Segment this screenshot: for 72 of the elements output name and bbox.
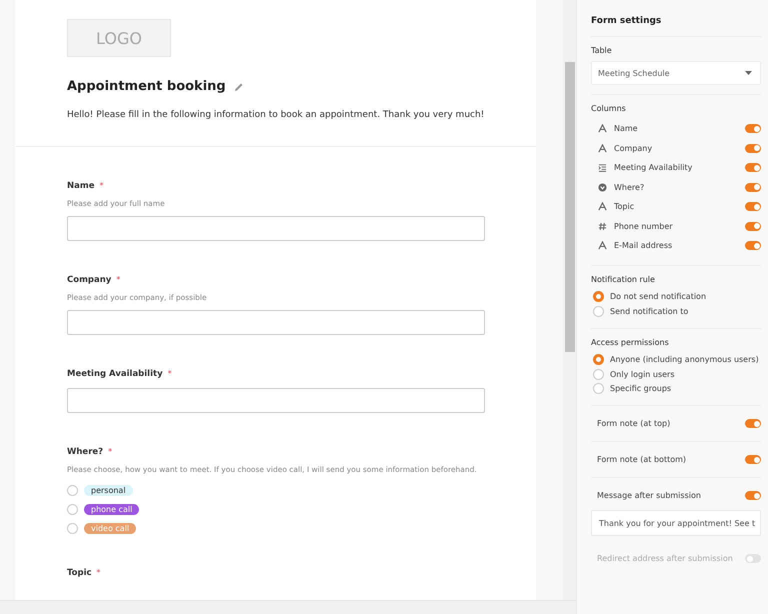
field-label: Company xyxy=(67,275,112,285)
radio-button[interactable] xyxy=(67,523,78,534)
caret-icon xyxy=(745,71,752,75)
logo-text: LOGO xyxy=(96,28,142,48)
column-name: E-Mail address xyxy=(614,241,674,250)
field-label: Where? xyxy=(67,447,104,457)
edit-icon[interactable] xyxy=(234,82,244,92)
radio-label: Only login users xyxy=(610,370,675,379)
column-name: Topic xyxy=(614,202,636,212)
toggle-switch[interactable] xyxy=(745,202,761,212)
input-field[interactable] xyxy=(67,388,485,413)
section-label: Table xyxy=(591,46,613,55)
toggle-switch[interactable] xyxy=(745,163,761,172)
radio-label: Do not send notification xyxy=(610,292,706,302)
radio-button[interactable] xyxy=(593,291,604,302)
list-icon xyxy=(598,163,607,172)
toggle-switch[interactable] xyxy=(745,241,761,250)
vertical-scrollbar[interactable] xyxy=(563,0,576,600)
required-mark: * xyxy=(108,447,112,456)
column-name: Phone number xyxy=(614,222,674,231)
text-type-icon xyxy=(598,202,607,212)
select-type-icon xyxy=(598,182,607,192)
required-mark: * xyxy=(116,275,120,284)
setting-label: Form note (at top) xyxy=(597,419,672,428)
option-tag: personal xyxy=(84,485,133,496)
radio-button[interactable] xyxy=(593,306,604,317)
toggle-switch[interactable] xyxy=(745,455,761,464)
toggle-switch[interactable] xyxy=(745,491,761,500)
column-name: Where? xyxy=(614,182,646,192)
radio-label: Specific groups xyxy=(610,384,672,394)
text-type-icon xyxy=(598,144,607,153)
option-tag: video call xyxy=(84,523,136,534)
table-select[interactable]: Meeting Schedule xyxy=(591,61,761,85)
field-label: Topic xyxy=(67,568,92,578)
form-description: Hello! Please fill in the following information to book an appointment. Thank you very much! xyxy=(67,110,486,120)
required-mark: * xyxy=(168,369,172,378)
setting-label: Message after submission xyxy=(597,491,702,500)
text-type-icon xyxy=(598,124,607,134)
radio-button[interactable] xyxy=(593,383,604,394)
input-field[interactable] xyxy=(67,216,485,241)
required-mark: * xyxy=(96,568,101,577)
form-title: Appointment booking xyxy=(67,79,226,94)
required-mark: * xyxy=(99,181,104,190)
section-label: Columns xyxy=(591,104,627,113)
radio-button[interactable] xyxy=(593,368,604,380)
toggle-switch[interactable] xyxy=(745,124,761,134)
radio-button[interactable] xyxy=(593,354,604,366)
panel-title: Form settings xyxy=(591,0,761,37)
section-label: Notification rule xyxy=(591,274,656,284)
column-name: Name xyxy=(614,124,639,134)
radio-button[interactable] xyxy=(67,485,78,496)
hash-icon xyxy=(598,222,607,231)
text-type-icon xyxy=(598,241,607,250)
radio-label: Send notification to xyxy=(610,306,688,316)
toggle-switch[interactable] xyxy=(745,144,761,153)
section-label: Access permissions xyxy=(591,338,670,346)
column-name: Meeting Availability xyxy=(614,163,694,172)
field-label: Meeting Availability xyxy=(67,369,163,379)
column-name: Company xyxy=(614,144,654,153)
field-label: Name xyxy=(67,181,94,191)
radio-label: Anyone (including anonymous users) xyxy=(610,355,759,364)
message-field[interactable]: Thank you for your appointment! See t xyxy=(591,510,761,536)
toggle-switch[interactable] xyxy=(745,222,761,231)
toggle-switch[interactable] xyxy=(745,419,761,428)
input-field[interactable] xyxy=(67,310,485,335)
toggle-switch[interactable] xyxy=(745,182,761,192)
setting-label: Redirect address after submission xyxy=(597,554,734,563)
radio-button[interactable] xyxy=(67,504,78,515)
option-tag: phone call xyxy=(84,504,140,515)
toggle-switch[interactable] xyxy=(745,554,761,563)
setting-label: Form note (at bottom) xyxy=(597,455,688,464)
horizontal-scrollbar[interactable] xyxy=(0,600,576,614)
